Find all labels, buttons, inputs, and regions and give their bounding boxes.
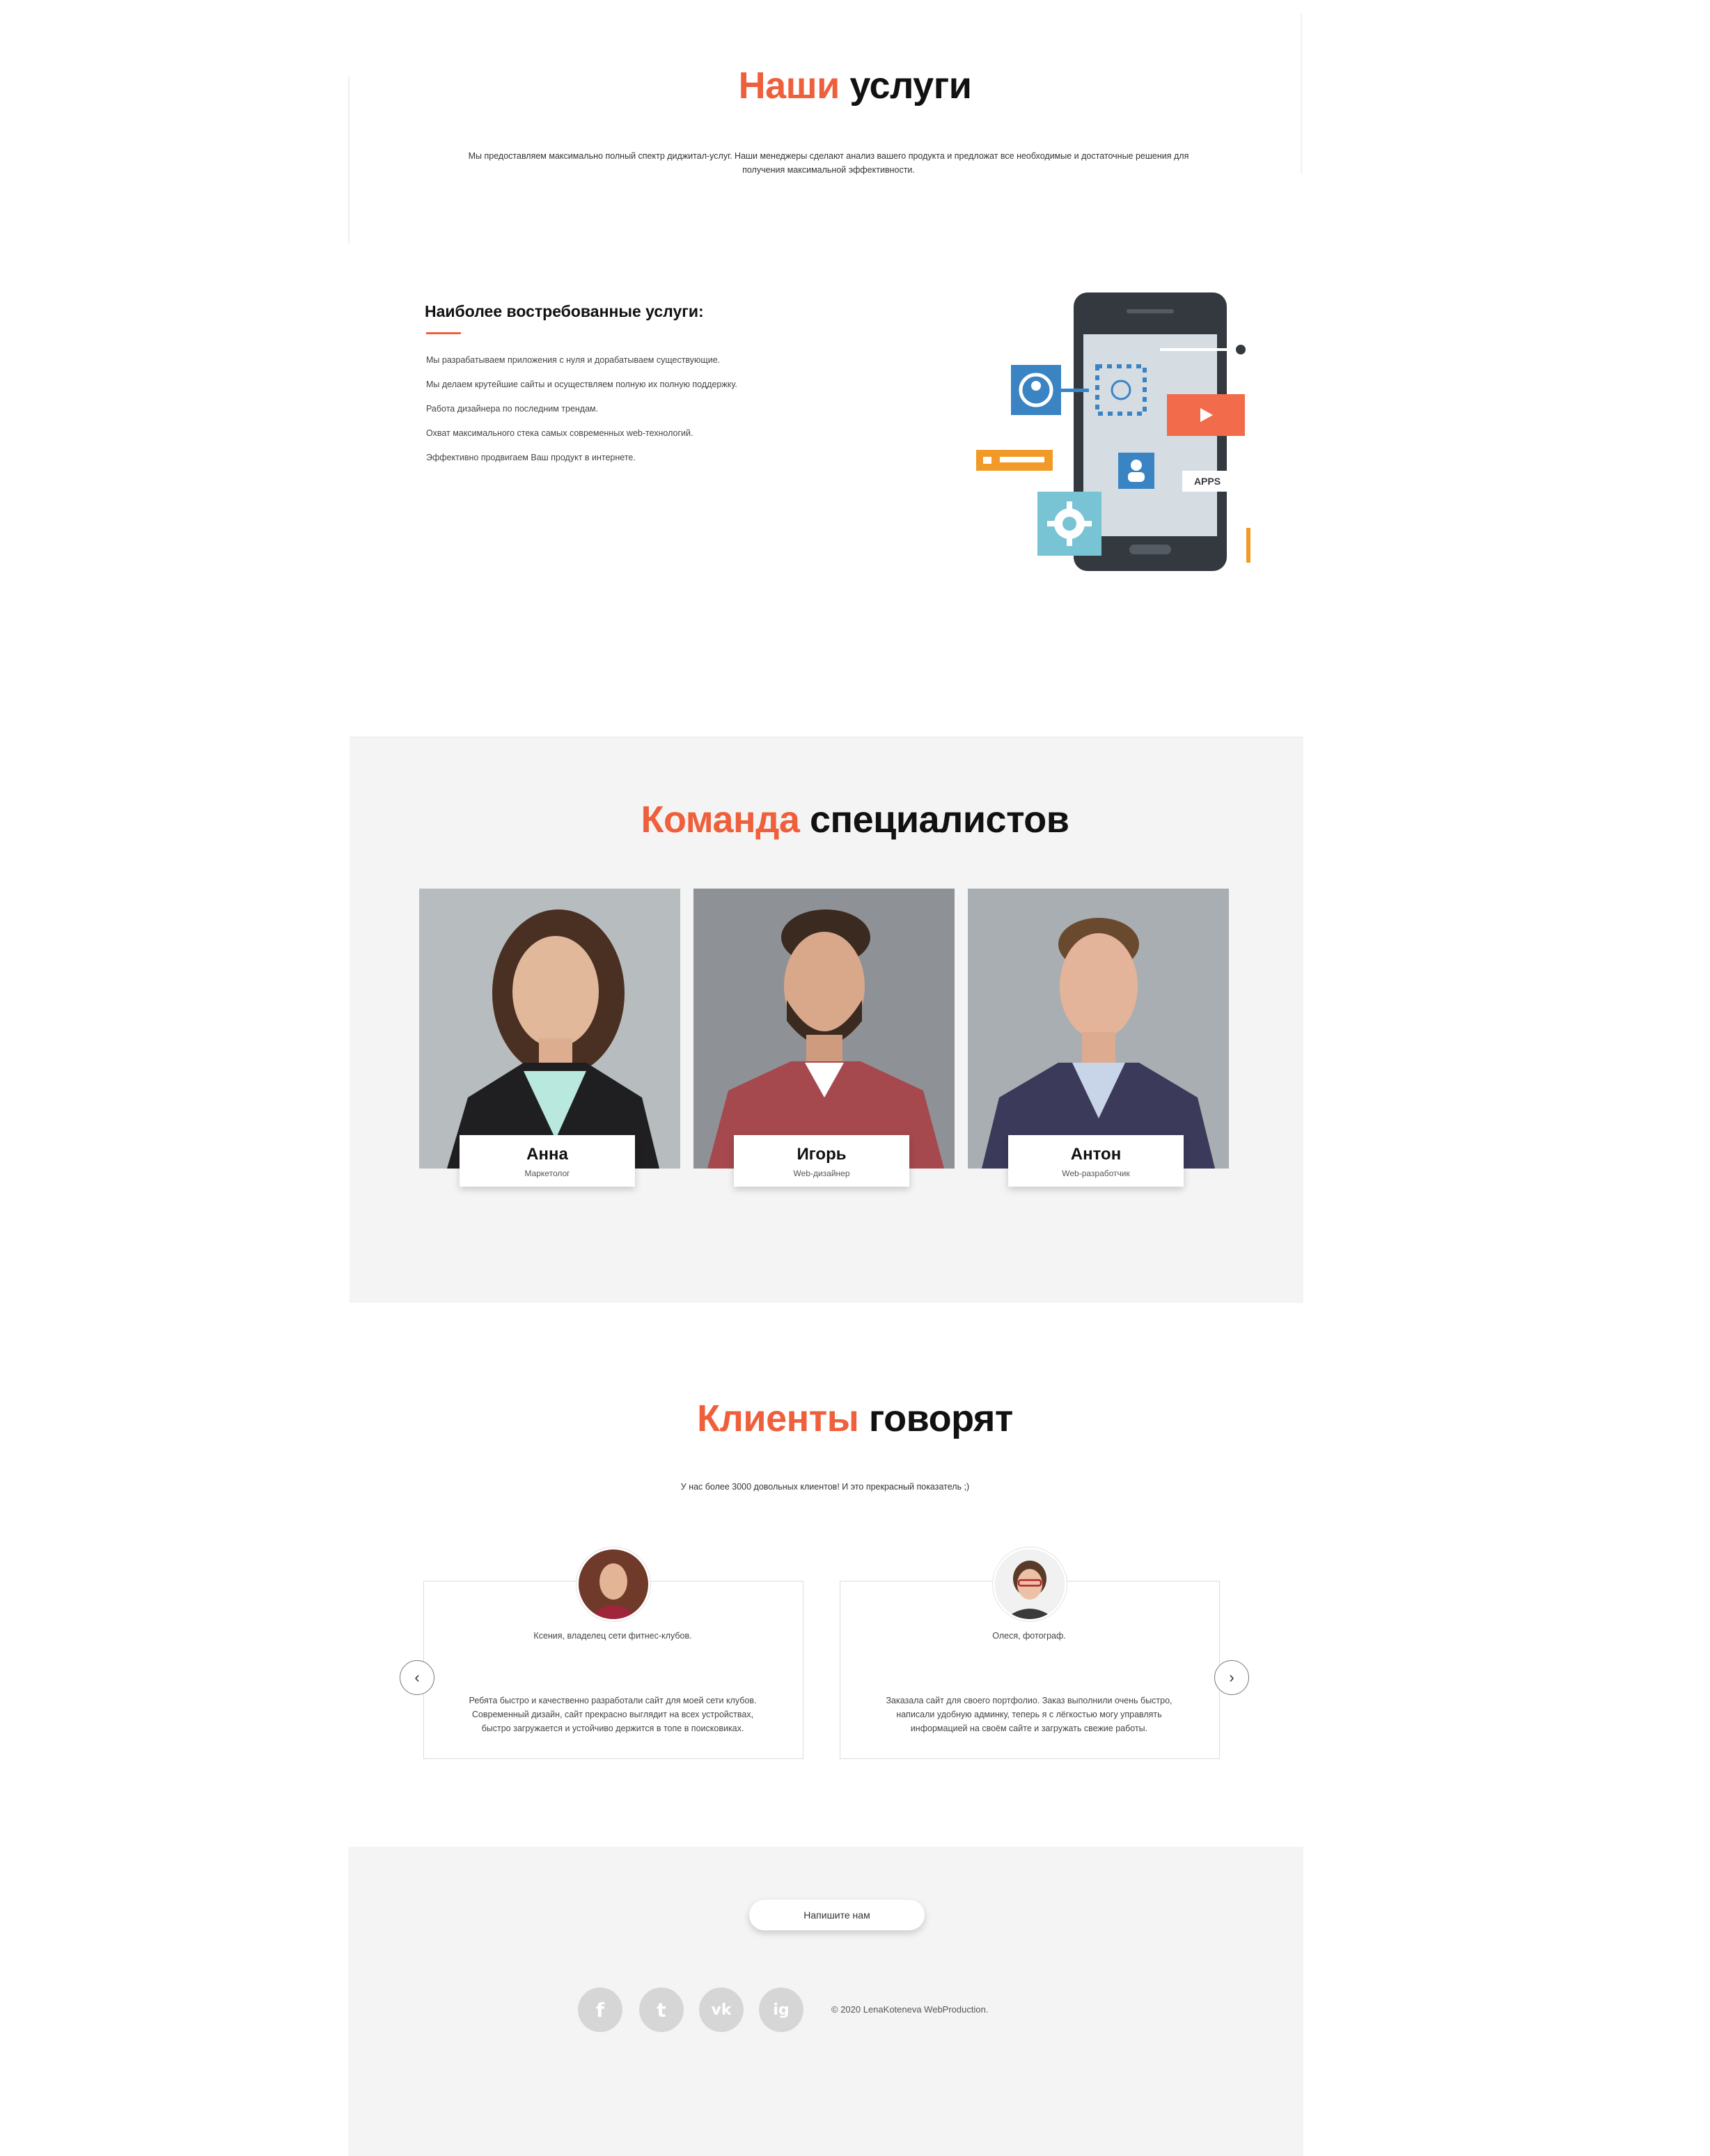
list-item: Мы делаем крутейшие сайты и осуществляем…: [426, 380, 737, 389]
carousel-prev-button[interactable]: ‹: [400, 1660, 434, 1695]
review-text: Ребята быстро и качественно разработали …: [453, 1694, 773, 1735]
instagram-glyph: ig: [773, 2001, 790, 2019]
review-author: Ксения, владелец сети фитнес-клубов.: [533, 1631, 692, 1641]
clients-title-accent: Клиенты: [697, 1398, 859, 1439]
list-item: Эффективно продвигаем Ваш продукт в инте…: [426, 453, 636, 462]
vk-icon[interactable]: vk: [699, 1987, 744, 2032]
team-title-accent: Команда: [641, 799, 800, 841]
team-title: Команда специалистов: [0, 798, 1710, 841]
services-list-title: Наиболее востребованные услуги:: [425, 302, 704, 320]
services-title: Наши услуги: [0, 64, 1710, 107]
team-member-card: Игорь Web-дизайнер: [734, 1135, 909, 1187]
team-member-card: Антон Web-разработчик: [1008, 1135, 1184, 1187]
portrait-image: [419, 889, 680, 1169]
carousel-next-button[interactable]: ›: [1214, 1660, 1249, 1695]
team-member-card: Анна Маркетолог: [460, 1135, 635, 1187]
instagram-icon[interactable]: ig: [759, 1987, 803, 2032]
portrait-image: [968, 889, 1229, 1169]
services-title-underline: [426, 332, 461, 334]
list-item: Мы разрабатываем приложения с нуля и дор…: [426, 355, 721, 365]
services-intro-line2: получения максимальной эффективности.: [742, 165, 915, 175]
review-text-line: Ребята быстро и качественно разработали …: [469, 1696, 757, 1705]
services-title-rest: услуги: [849, 65, 972, 107]
facebook-icon[interactable]: f: [578, 1987, 622, 2032]
team-member-role: Web-разработчик: [1062, 1169, 1130, 1178]
services-intro-line1: Мы предоставляем максимально полный спек…: [468, 151, 1189, 161]
review-text: Заказала сайт для своего портфолио. Зака…: [869, 1694, 1189, 1735]
services-intro: Мы предоставляем максимально полный спек…: [418, 149, 1239, 177]
team-member-name: Антон: [1070, 1145, 1122, 1164]
review-text-line: быстро загружается и устойчиво держится …: [481, 1724, 744, 1733]
list-item: Работа дизайнера по последним трендам.: [426, 404, 599, 414]
avatar: [576, 1547, 650, 1621]
list-item: Охват максимального стека самых современ…: [426, 428, 693, 438]
clients-title-rest: говорят: [868, 1398, 1013, 1439]
review-text-line: Современный дизайн, сайт прекрасно выгля…: [471, 1710, 754, 1719]
team-member-name: Анна: [526, 1145, 568, 1164]
team-member-role: Web-дизайнер: [793, 1169, 850, 1178]
review-text-line: написали удобную админку, теперь я с лёг…: [896, 1710, 1162, 1719]
review-text-line: информацией на своём сайте и загружать с…: [910, 1724, 1148, 1733]
team-photo-anton: [968, 889, 1229, 1169]
apps-label: APPS: [1194, 476, 1221, 487]
team-photo-anna: [419, 889, 680, 1169]
services-list: Мы разрабатываем приложения с нуля и дор…: [426, 351, 737, 473]
services-title-accent: Наши: [738, 65, 840, 107]
twitter-glyph: t: [657, 1998, 666, 2022]
contact-us-button[interactable]: Напишите нам: [749, 1900, 925, 1930]
mobile-app-illustration: APPS: [976, 292, 1250, 571]
twitter-icon[interactable]: t: [639, 1987, 684, 2032]
review-author: Олеся, фотограф.: [992, 1631, 1066, 1641]
team-member-name: Игорь: [797, 1145, 847, 1164]
facebook-glyph: f: [595, 1998, 605, 2022]
review-text-line: Заказала сайт для своего портфолио. Зака…: [886, 1696, 1172, 1705]
portrait-image: [693, 889, 955, 1169]
team-photo-igor: [693, 889, 955, 1169]
clients-title: Клиенты говорят: [0, 1397, 1710, 1440]
clients-subtitle: У нас более 3000 довольных клиентов! И э…: [680, 1482, 970, 1492]
team-member-role: Маркетолог: [524, 1169, 570, 1178]
team-title-rest: специалистов: [809, 799, 1069, 841]
vk-glyph: vk: [711, 2001, 732, 2019]
chevron-left-icon: ‹: [414, 1669, 420, 1686]
footer-background: [348, 1847, 1303, 2156]
avatar: [993, 1547, 1067, 1621]
copyright-text: © 2020 LenaKoteneva WebProduction.: [831, 2004, 989, 2015]
chevron-right-icon: ›: [1229, 1669, 1234, 1686]
